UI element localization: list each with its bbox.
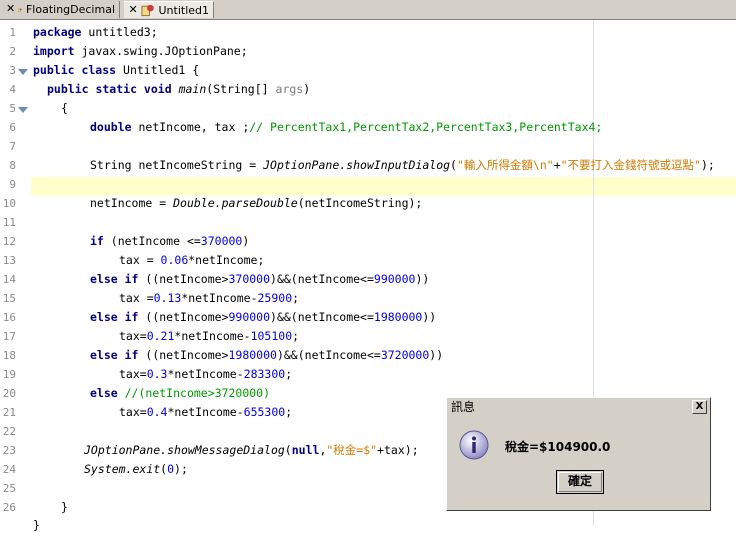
line-number: 15: [2, 292, 16, 305]
editor-tab-bar: ✕ FloatingDecimal ✕ Untitled1: [0, 0, 736, 20]
code-line: JOptionPane.showMessageDialog(null,"稅金=$…: [84, 443, 419, 457]
java-class-icon: [18, 8, 22, 12]
line-number: 3: [9, 64, 16, 77]
line-number: 4: [9, 83, 16, 96]
tab-label: Untitled1: [158, 3, 209, 17]
fold-toggle-icon[interactable]: [18, 107, 28, 113]
tab-untitled1[interactable]: ✕ Untitled1: [124, 1, 214, 18]
ok-button-label: 確定: [567, 474, 592, 488]
code-line: String netIncomeString = JOptionPane.sho…: [90, 158, 715, 172]
line-number: 16: [2, 311, 16, 324]
line-number: 13: [2, 254, 16, 267]
line-number: 18: [2, 349, 16, 362]
code-line: import javax.swing.JOptionPane;: [33, 44, 248, 58]
code-line: double netIncome, tax ;// PercentTax1,Pe…: [90, 120, 603, 134]
code-line: else if ((netIncome>990000)&&(netIncome<…: [90, 310, 437, 324]
line-number: 12: [2, 235, 16, 248]
code-line: netIncome = Double.parseDouble(netIncome…: [90, 196, 423, 210]
line-number: 17: [2, 330, 16, 343]
line-number: 8: [9, 159, 16, 172]
code-line: }: [33, 518, 40, 532]
line-number: 20: [2, 387, 16, 400]
line-number: 26: [2, 501, 16, 514]
line-number: 10: [2, 197, 16, 210]
current-line-highlight: [31, 177, 736, 196]
close-tab-icon[interactable]: ✕: [6, 3, 15, 15]
line-number: 1: [9, 26, 16, 39]
code-line: }: [61, 500, 68, 514]
line-number: 2: [9, 45, 16, 58]
dialog-title-bar[interactable]: 訊息 X: [449, 400, 708, 415]
line-number: 22: [2, 425, 16, 438]
code-line: else //(netIncome>3720000): [90, 386, 271, 400]
dialog-message: 稅金=$104900.0: [505, 440, 611, 454]
line-number: 6: [9, 121, 16, 134]
java-class-icon: [141, 4, 155, 17]
ok-button[interactable]: 確定: [556, 470, 604, 494]
message-dialog: 訊息 X 稅金=$104900.0 確定: [446, 397, 711, 511]
line-number: 14: [2, 273, 16, 286]
line-number: 23: [2, 444, 16, 457]
line-number: 21: [2, 406, 16, 419]
line-number: 25: [2, 482, 16, 495]
dialog-close-button[interactable]: X: [692, 400, 707, 414]
code-line: public static void main(String[] args): [47, 82, 311, 96]
line-number: 5: [9, 102, 16, 115]
fold-toggle-icon[interactable]: [18, 69, 28, 75]
line-number: 19: [2, 368, 16, 381]
code-line: if (netIncome <=370000): [90, 234, 250, 248]
code-line: tax=0.3*netIncome-283300;: [119, 367, 293, 381]
code-line: tax=0.21*netIncome-105100;: [119, 329, 300, 343]
close-tab-icon[interactable]: ✕: [128, 4, 138, 16]
code-line: tax=0.4*netIncome-655300;: [119, 405, 293, 419]
tab-floatingdecimal[interactable]: ✕ FloatingDecimal: [2, 1, 120, 18]
code-line: else if ((netIncome>370000)&&(netIncome<…: [90, 272, 430, 286]
line-number-gutter: 1 2 3 4 5 6 7 8 9 10 11 12 13 14 15 16 1…: [0, 20, 31, 525]
code-line: public class Untitled1 {: [33, 63, 200, 77]
code-line: tax =0.13*netIncome-25900;: [119, 291, 300, 305]
tab-label: FloatingDecimal: [25, 3, 115, 16]
line-number: 7: [9, 140, 16, 153]
line-number: 11: [2, 216, 16, 229]
code-line: else if ((netIncome>1980000)&&(netIncome…: [90, 348, 444, 362]
information-icon: [459, 430, 489, 460]
code-line: package untitled3;: [33, 25, 158, 39]
code-line: {: [61, 101, 68, 115]
code-line: System.exit(0);: [84, 462, 188, 476]
line-number: 24: [2, 463, 16, 476]
line-number: 9: [9, 178, 16, 191]
code-line: tax = 0.06*netIncome;: [119, 253, 265, 267]
dialog-title: 訊息: [451, 400, 476, 414]
